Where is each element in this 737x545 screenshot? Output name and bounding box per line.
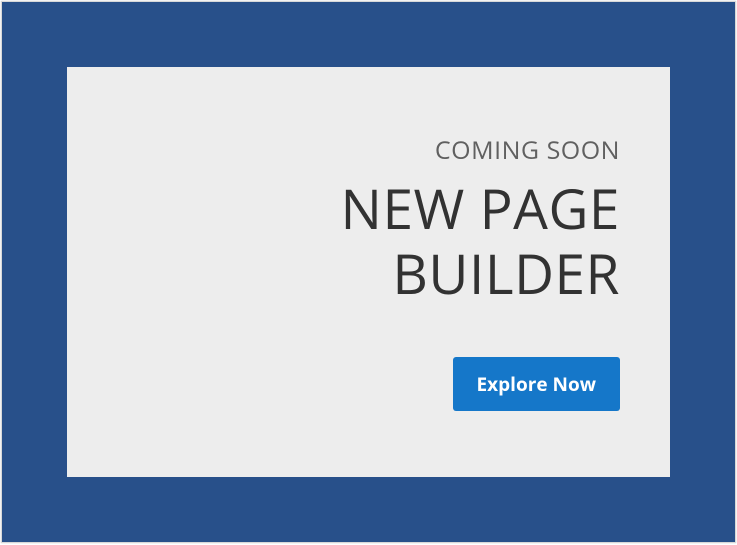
eyebrow-text: COMING SOON [435,133,620,167]
promo-banner-frame: COMING SOON NEW PAGE BUILDER Explore Now [1,1,736,543]
headline-text: NEW PAGE BUILDER [117,177,620,307]
promo-card: COMING SOON NEW PAGE BUILDER Explore Now [67,67,670,477]
explore-now-button[interactable]: Explore Now [453,357,620,411]
